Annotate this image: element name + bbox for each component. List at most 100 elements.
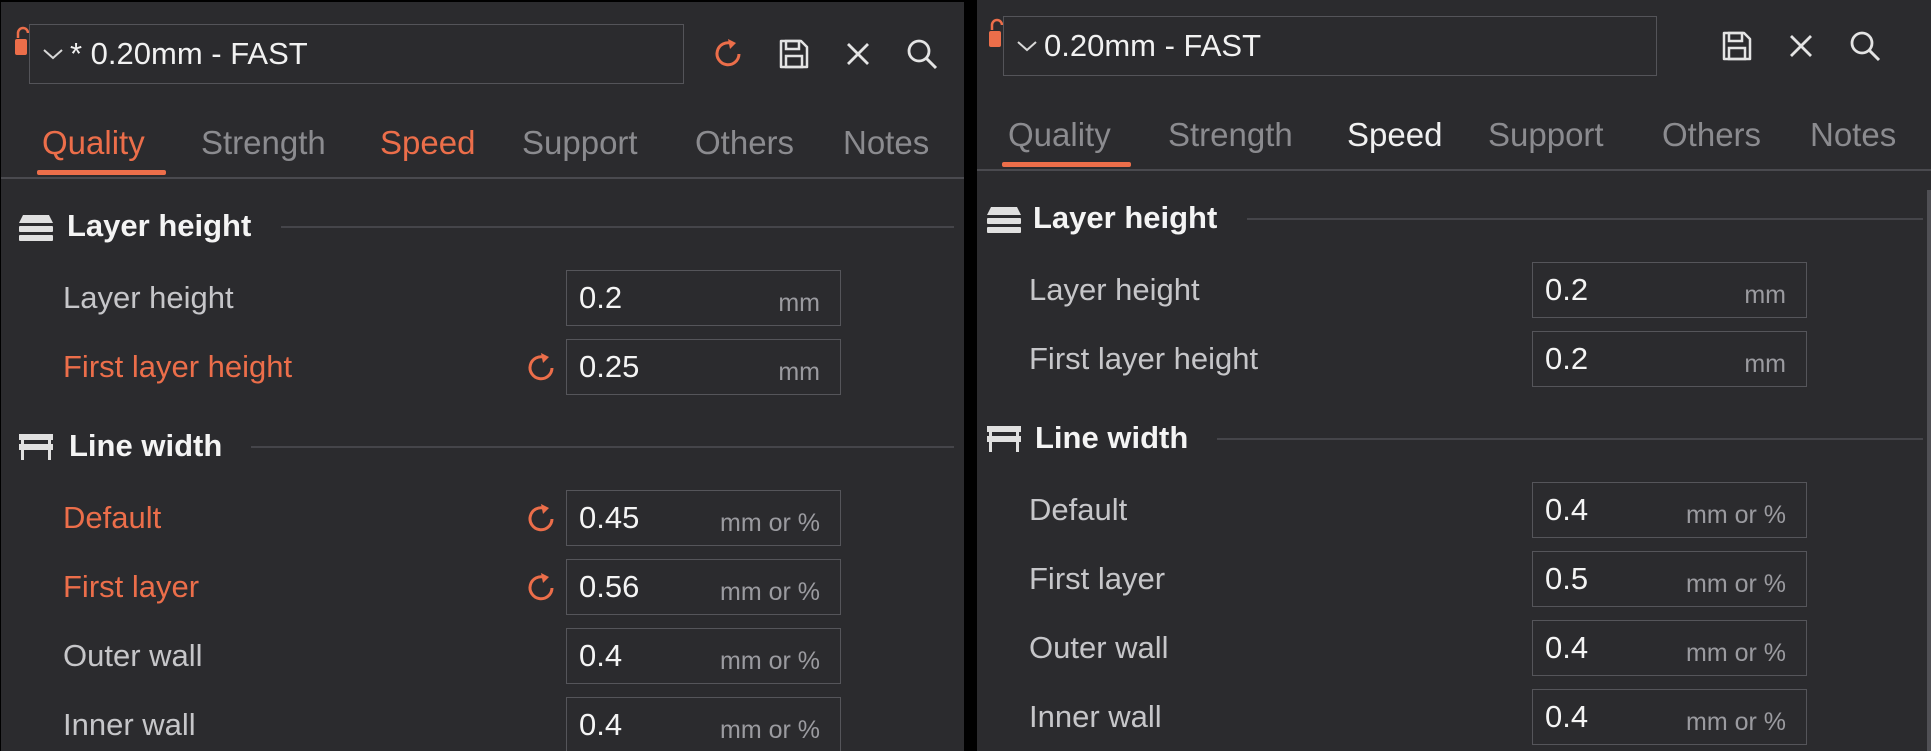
field-value: 0.4 <box>1545 492 1589 527</box>
active-tab-indicator <box>1002 162 1131 167</box>
tab-quality[interactable]: Quality <box>42 124 145 162</box>
section-title: Line width <box>69 428 223 463</box>
default-line-width-input[interactable]: 0.4 mm or % <box>1532 482 1807 538</box>
tab-support[interactable]: Support <box>1488 116 1604 154</box>
preset-selector-wrap: 0.20mm - FAST <box>989 16 1657 76</box>
outer-wall-line-width-input[interactable]: 0.4 mm or % <box>566 628 841 684</box>
field-value: 0.4 <box>1545 699 1589 734</box>
close-icon <box>847 43 869 65</box>
section-divider <box>1247 218 1923 220</box>
layer-height-input[interactable]: 0.2 mm <box>1532 262 1807 318</box>
tab-others[interactable]: Others <box>695 124 794 162</box>
first-layer-line-width-input[interactable]: 0.5 mm or % <box>1532 551 1807 607</box>
tab-quality[interactable]: Quality <box>1008 116 1111 154</box>
field-unit: mm <box>778 358 820 386</box>
line-width-icon <box>19 434 53 460</box>
inner-wall-line-width-input[interactable]: 0.4 mm or % <box>566 697 841 751</box>
section-divider <box>251 446 954 448</box>
left-settings-panel: * 0.20mm - FAST Quality Strength Speed S… <box>1 2 964 751</box>
tabs-divider <box>1 177 964 179</box>
active-tab-indicator <box>37 170 166 175</box>
field-unit: mm <box>1744 281 1786 309</box>
tab-strength[interactable]: Strength <box>201 124 326 162</box>
tab-support[interactable]: Support <box>522 124 638 162</box>
setting-label: First layer height <box>1029 341 1259 376</box>
field-unit: mm or % <box>720 509 820 537</box>
setting-label: First layer <box>1029 561 1166 596</box>
first-layer-height-input[interactable]: 0.2 mm <box>1532 331 1807 387</box>
layer-height-input[interactable]: 0.2 mm <box>566 270 841 326</box>
inner-wall-line-width-input[interactable]: 0.4 mm or % <box>1532 689 1807 745</box>
setting-label: First layer height <box>63 349 293 384</box>
chevron-down-icon <box>1017 41 1037 52</box>
tab-notes[interactable]: Notes <box>843 124 929 162</box>
setting-row-default-line-width: Default 0.45 mm or % <box>1 488 964 548</box>
field-value: 0.2 <box>579 280 623 315</box>
search-settings-button[interactable] <box>899 31 945 77</box>
layer-height-icon <box>19 215 53 241</box>
field-unit: mm or % <box>720 716 820 744</box>
field-value: 0.4 <box>1545 630 1589 665</box>
preset-dropdown[interactable]: * 0.20mm - FAST <box>29 24 684 84</box>
save-preset-button[interactable] <box>1714 23 1760 69</box>
setting-row-first-layer-height: First layer height 0.25 mm <box>1 337 964 397</box>
setting-label: Default <box>1029 492 1128 527</box>
section-divider <box>1217 438 1923 440</box>
close-preset-button[interactable] <box>835 31 881 77</box>
reset-icon <box>715 39 741 67</box>
preset-dropdown[interactable]: 0.20mm - FAST <box>1003 16 1657 76</box>
section-divider <box>281 226 954 228</box>
setting-label: Inner wall <box>1029 699 1162 734</box>
default-line-width-input[interactable]: 0.45 mm or % <box>566 490 841 546</box>
setting-label: First layer <box>63 569 200 604</box>
outer-wall-line-width-input[interactable]: 0.4 mm or % <box>1532 620 1807 676</box>
field-unit: mm or % <box>720 647 820 675</box>
tab-strength[interactable]: Strength <box>1168 116 1293 154</box>
preset-name: 0.20mm - FAST <box>1044 28 1262 63</box>
section-title: Line width <box>1035 420 1189 455</box>
field-value: 0.45 <box>579 500 640 535</box>
field-unit: mm or % <box>1686 639 1786 667</box>
setting-label: Outer wall <box>63 638 203 673</box>
tab-notes[interactable]: Notes <box>1810 116 1896 154</box>
section-layer-height: Layer height <box>1 202 964 252</box>
first-layer-height-input[interactable]: 0.25 mm <box>566 339 841 395</box>
field-unit: mm or % <box>720 578 820 606</box>
reset-value-icon[interactable] <box>525 502 559 536</box>
reset-value-icon[interactable] <box>525 571 559 605</box>
setting-label: Outer wall <box>1029 630 1169 665</box>
field-value: 0.56 <box>579 569 640 604</box>
reset-preset-button[interactable] <box>706 31 752 77</box>
setting-row-first-layer-height: First layer height 0.2 mm <box>977 329 1931 389</box>
tabs-divider <box>977 169 1931 171</box>
reset-value-icon[interactable] <box>525 351 559 385</box>
close-preset-button[interactable] <box>1778 23 1824 69</box>
setting-label: Layer height <box>1029 272 1200 307</box>
setting-row-inner-wall-line-width: Inner wall 0.4 mm or % <box>1 695 964 751</box>
setting-row-default-line-width: Default 0.4 mm or % <box>977 480 1931 540</box>
search-icon <box>907 39 938 70</box>
section-title: Layer height <box>67 208 252 243</box>
chevron-down-icon <box>43 49 63 60</box>
setting-row-first-layer-line-width: First layer 0.5 mm or % <box>977 549 1931 609</box>
field-value: 0.2 <box>1545 272 1589 307</box>
search-icon <box>1850 31 1881 62</box>
field-unit: mm <box>1744 350 1786 378</box>
search-settings-button[interactable] <box>1842 23 1888 69</box>
tab-speed[interactable]: Speed <box>380 124 475 162</box>
field-unit: mm <box>778 289 820 317</box>
first-layer-line-width-input[interactable]: 0.56 mm or % <box>566 559 841 615</box>
tab-others[interactable]: Others <box>1662 116 1761 154</box>
section-line-width: Line width <box>977 414 1931 464</box>
right-settings-panel: 0.20mm - FAST Quality Strength Speed Sup… <box>977 0 1931 751</box>
field-unit: mm or % <box>1686 708 1786 736</box>
section-title: Layer height <box>1033 200 1218 235</box>
setting-row-layer-height: Layer height 0.2 mm <box>977 260 1931 320</box>
tab-speed[interactable]: Speed <box>1347 116 1442 154</box>
line-width-icon <box>987 426 1021 452</box>
setting-row-first-layer-line-width: First layer 0.56 mm or % <box>1 557 964 617</box>
field-unit: mm or % <box>1686 570 1786 598</box>
save-preset-button[interactable] <box>771 31 817 77</box>
setting-label: Layer height <box>63 280 234 315</box>
field-value: 0.2 <box>1545 341 1589 376</box>
